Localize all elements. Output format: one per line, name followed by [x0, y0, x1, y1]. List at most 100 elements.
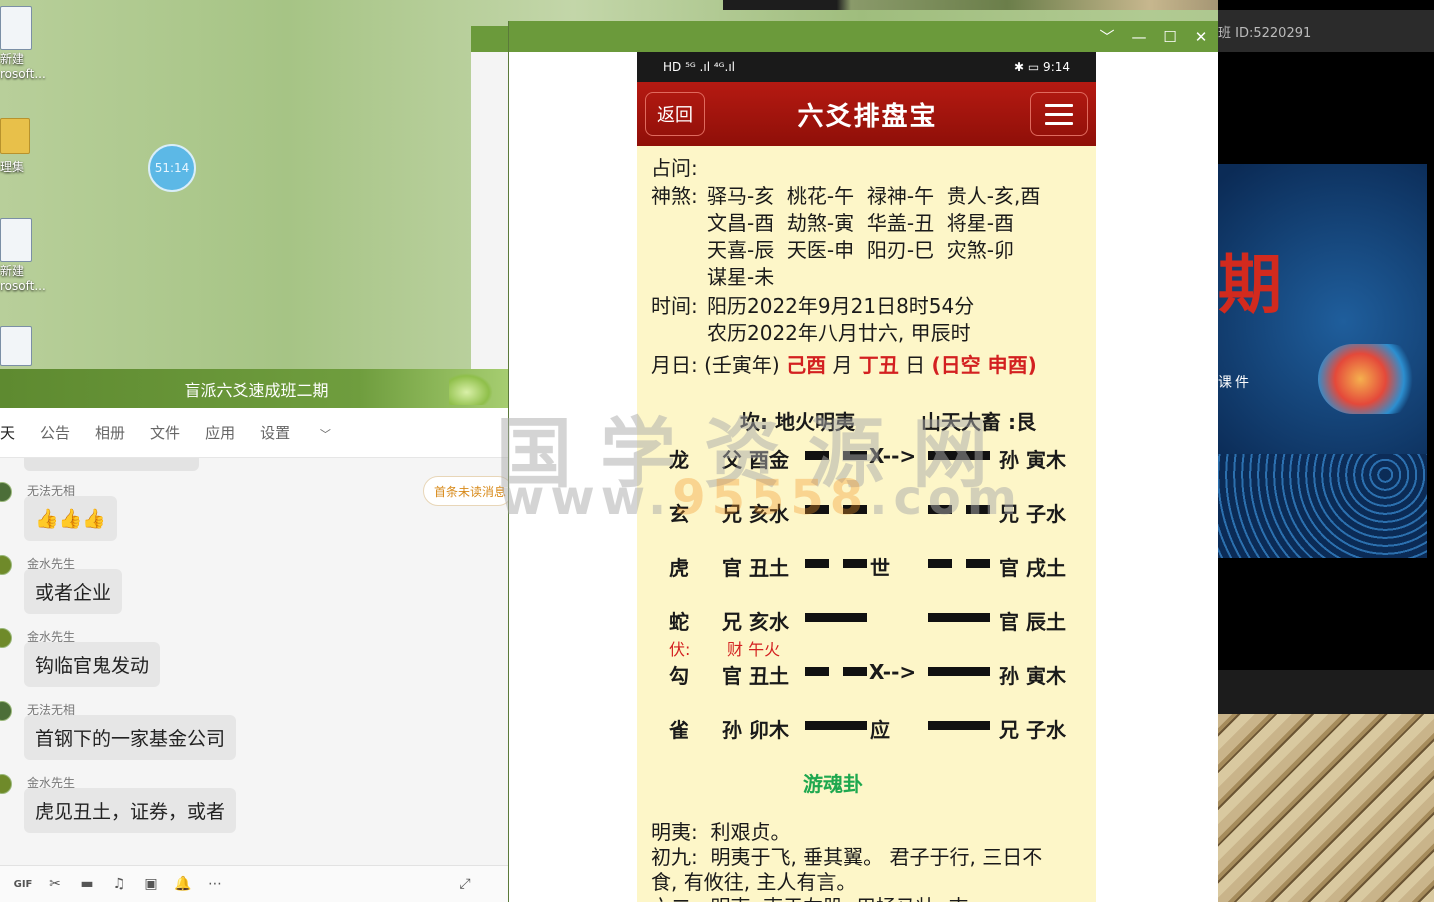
desktop-icon-label: 新建	[0, 52, 25, 66]
yueri-kong: (日空 申酉)	[931, 353, 1037, 377]
watermark-url-b: 95558	[672, 470, 870, 526]
tab-apps[interactable]: 应用	[205, 422, 235, 443]
time-lunar: 农历2022年八月廿六, 甲辰时	[707, 321, 971, 345]
yao-line-solid	[928, 613, 990, 622]
hamburger-icon	[1044, 121, 1073, 125]
file-icon	[0, 326, 32, 366]
maximize-icon[interactable]: ☐	[1160, 27, 1180, 47]
menu-button[interactable]	[1029, 92, 1088, 136]
yao-beast: 蛇	[669, 610, 689, 634]
lecture-slide: 期 课件	[1218, 164, 1427, 558]
shensha-row: 天喜-辰 天医-申 阳刃-巳 灾煞-卯	[707, 238, 1015, 262]
shensha-row: 谋星-未	[707, 265, 775, 289]
yueri-year: (壬寅年)	[704, 353, 780, 377]
yao-beast: 勾	[669, 664, 689, 688]
yao-left: 官 丑土	[722, 556, 789, 580]
yao-right: 兄 子水	[999, 718, 1066, 742]
message-bubble[interactable]: 钩临官鬼发动	[24, 642, 161, 687]
more-icon[interactable]: ⋯	[206, 875, 224, 893]
yao-line-broken	[843, 559, 867, 568]
shensha-label: 神煞:	[651, 184, 698, 208]
chevron-down-icon: ﹀	[319, 428, 331, 441]
scissors-icon[interactable]: ✂	[46, 875, 64, 893]
wave-ornament	[1218, 454, 1427, 558]
watermark-url-a: www.	[500, 470, 673, 526]
desktop-icon-folder[interactable]: 理集	[0, 118, 46, 175]
yao-right: 官 戌土	[999, 556, 1066, 580]
tab-album[interactable]: 相册	[95, 422, 125, 443]
desktop-icon-label: rosoft...	[0, 67, 46, 81]
word-document-icon	[0, 6, 32, 50]
yueri-day-unit: 日	[905, 353, 926, 377]
yao-left: 兄 亥水	[722, 610, 789, 634]
avatar[interactable]	[0, 482, 12, 502]
shensha-row: 文昌-酉 劫煞-寅 华盖-丑 将星-酉	[707, 211, 1015, 235]
app-title: 六爻排盘宝	[797, 101, 938, 132]
folder-icon	[0, 118, 30, 154]
guaci-row: 六二: 明夷, 夷于左股, 用拯马壮, 吉。	[651, 891, 989, 902]
yao-right: 孙 寅木	[999, 664, 1066, 688]
shensha-row: 驿马-亥 桃花-午 禄神-午 贵人-亥,酉	[707, 184, 1041, 208]
message-bubble[interactable]: 👍👍👍	[24, 496, 117, 541]
video-topbar: 班 ID:5220291	[1218, 10, 1434, 52]
chat-title-bar: 盲派六爻速成班二期	[0, 369, 513, 408]
yao-mark: X-->	[869, 660, 917, 684]
message-bubble[interactable]: 虎见丑土，证券，或者	[24, 788, 237, 833]
room-id: 班 ID:5220291	[1218, 25, 1312, 41]
yao-beast: 雀	[669, 718, 689, 742]
video-control-bar	[1218, 670, 1434, 714]
desktop-icon-label: rosoft...	[0, 279, 46, 293]
background-painting	[1218, 714, 1434, 902]
tab-chat[interactable]: 天	[0, 422, 15, 443]
desktop-icon-word-doc-1[interactable]: 新建 rosoft...	[0, 6, 46, 82]
desktop-icon-label: 新建	[0, 264, 25, 278]
tab-settings[interactable]: 设置 ﹀	[260, 422, 356, 443]
avatar[interactable]	[0, 628, 12, 648]
fu-value: 财 午火	[727, 640, 781, 659]
window-title-bar: ﹀ — ☐ ✕	[509, 21, 1219, 52]
yueri-month: 己酉	[786, 353, 827, 377]
image-icon[interactable]: ▣	[142, 875, 160, 893]
gif-icon[interactable]: GIF	[14, 875, 33, 893]
leaf-decoration	[449, 373, 493, 405]
desktop-icon-label: 理集	[0, 160, 25, 174]
hamburger-icon	[1044, 103, 1073, 107]
desktop-icon-file[interactable]	[0, 326, 46, 368]
close-icon[interactable]: ✕	[1191, 27, 1211, 47]
yueri-day: 丁丑	[858, 353, 899, 377]
tab-files[interactable]: 文件	[150, 422, 180, 443]
folder-icon[interactable]: ▬	[78, 875, 96, 893]
yao-mark: 应	[870, 718, 890, 742]
yao-beast: 虎	[669, 556, 689, 580]
yao-right: 官 辰土	[999, 610, 1066, 634]
bell-icon[interactable]: 🔔	[174, 875, 192, 893]
message-list[interactable]: 无法无相 👍👍👍 金水先生 或者企业 金水先生 钩临官鬼发动 无法无相 首钢下的…	[0, 458, 513, 863]
phone-status-bar: HD ⁵ᴳ .ıl ⁴ᴳ.ıl ✱ ▭ 9:14	[637, 52, 1096, 82]
yao-line-solid	[805, 721, 867, 730]
yao-line-solid	[805, 613, 867, 622]
yueri-label: 月日:	[651, 353, 698, 377]
expand-icon[interactable]: ⤢	[456, 875, 474, 893]
cloud-ornament	[1318, 344, 1424, 414]
chat-tabs: 天 公告 相册 文件 应用 设置 ﹀	[0, 408, 513, 458]
music-icon[interactable]: ♫	[110, 875, 128, 893]
chevron-down-icon[interactable]: ﹀	[1097, 27, 1117, 47]
minimize-icon[interactable]: —	[1129, 27, 1149, 47]
back-button[interactable]: 返回	[645, 92, 705, 136]
yao-left: 孙 卯木	[722, 718, 789, 742]
battery-clock: ✱ ▭ 9:14	[1014, 60, 1070, 74]
tab-announcement[interactable]: 公告	[40, 422, 70, 443]
avatar[interactable]	[0, 701, 12, 721]
desktop-icon-word-doc-2[interactable]: 新建 rosoft...	[0, 218, 46, 294]
yao-line-broken	[928, 559, 952, 568]
message-bubble[interactable]: 首钢下的一家基金公司	[24, 715, 237, 760]
yao-left: 官 丑土	[722, 664, 789, 688]
avatar[interactable]	[0, 774, 12, 794]
message-bubble[interactable]: 或者企业	[24, 569, 123, 614]
recording-timer-bubble[interactable]: 51:14	[148, 144, 196, 192]
chat-group-title: 盲派六爻速成班二期	[184, 380, 329, 400]
yao-line-solid	[928, 721, 990, 730]
youhun-label: 游魂卦	[803, 772, 863, 796]
hamburger-icon	[1044, 112, 1073, 116]
avatar[interactable]	[0, 555, 12, 575]
